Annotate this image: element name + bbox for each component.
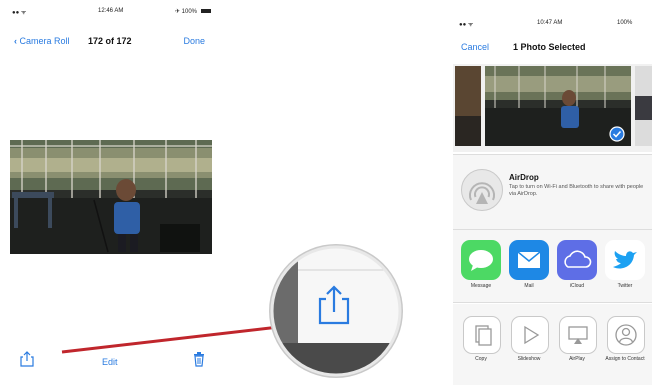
battery-percent: 100%	[617, 20, 633, 26]
action-label-airplay: AirPlay	[569, 356, 585, 362]
contact-icon	[615, 324, 637, 346]
app-label-twitter: Twitter	[617, 283, 633, 289]
copy-icon	[475, 325, 492, 346]
twitter-icon	[613, 251, 637, 269]
status-bar: ●● ᯤ 10:47 AM 100%	[453, 0, 652, 28]
app-label-message: Message	[470, 283, 492, 289]
airdrop-title: AirDrop	[509, 173, 539, 182]
share-apps-row: Message Mail iCloud Twitter	[453, 230, 652, 303]
copy-action-button[interactable]	[463, 316, 501, 354]
message-icon	[469, 250, 493, 271]
share-actions-row: Copy Slideshow AirPlay Assign to Contact	[453, 304, 652, 385]
carrier-signal: ●● ᯤ	[459, 22, 474, 28]
slideshow-action-button[interactable]	[511, 316, 549, 354]
photo-thumbnail-selected[interactable]	[485, 66, 631, 146]
photo-strip[interactable]	[453, 64, 652, 152]
share-button-magnifier	[268, 243, 404, 379]
airdrop-row[interactable]: AirDrop Tap to turn on Wi-Fi and Bluetoo…	[453, 154, 652, 230]
icloud-share-button[interactable]	[557, 240, 597, 280]
app-label-mail: Mail	[524, 283, 534, 289]
icloud-icon	[564, 250, 592, 268]
cancel-button[interactable]: Cancel	[461, 42, 489, 52]
photo-thumbnail-next[interactable]	[635, 66, 652, 146]
action-label-slideshow: Slideshow	[517, 356, 541, 362]
status-time: 10:47 AM	[537, 20, 563, 26]
mail-share-button[interactable]	[509, 240, 549, 280]
mail-icon	[517, 251, 541, 268]
share-sheet-screen: ●● ᯤ 10:47 AM 100% Cancel 1 Photo Select…	[453, 0, 652, 385]
twitter-share-button[interactable]	[605, 240, 645, 280]
action-label-copy: Copy	[475, 356, 487, 362]
action-label-assign-contact: Assign to Contact	[605, 356, 645, 362]
photo-thumbnail-previous[interactable]	[455, 66, 481, 146]
app-label-icloud: iCloud	[569, 283, 585, 289]
slideshow-icon	[524, 325, 540, 345]
airplay-action-button[interactable]	[559, 316, 597, 354]
nav-bar: Cancel 1 Photo Selected	[453, 36, 652, 58]
airdrop-description: Tap to turn on Wi-Fi and Bluetooth to sh…	[509, 184, 644, 197]
selection-title: 1 Photo Selected	[513, 42, 586, 52]
airplay-icon	[568, 326, 588, 344]
airdrop-icon	[461, 169, 503, 211]
message-share-button[interactable]	[461, 240, 501, 280]
assign-contact-action-button[interactable]	[607, 316, 645, 354]
magnified-share-icon-callout	[269, 244, 403, 378]
